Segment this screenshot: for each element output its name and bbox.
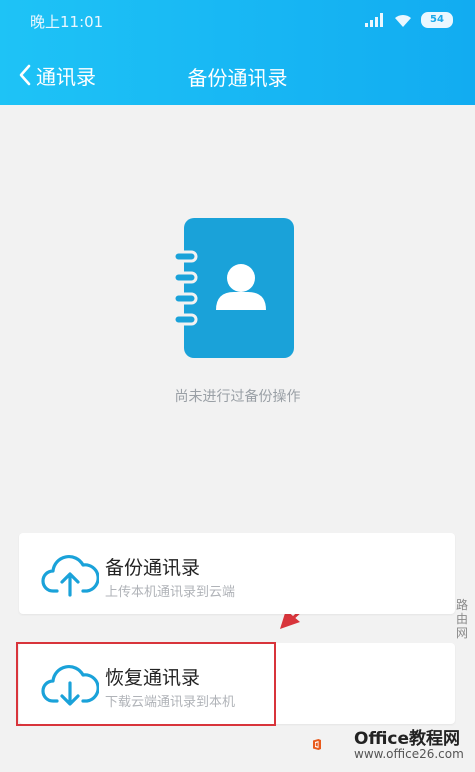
address-book-icon xyxy=(172,218,294,358)
backup-contacts-card[interactable]: 备份通讯录 上传本机通讯录到云端 xyxy=(19,533,455,614)
wifi-icon xyxy=(395,14,411,27)
status-bar: 晚上11:01 54 xyxy=(0,0,475,40)
card-title: 备份通讯录 xyxy=(105,557,201,579)
highlight-box xyxy=(16,642,276,726)
status-icons: 54 xyxy=(365,12,453,28)
app-header: 晚上11:01 54 通讯录 备份通讯录 xyxy=(0,0,475,105)
empty-state-text: 尚未进行过备份操作 xyxy=(174,389,301,405)
office-logo-icon xyxy=(313,739,321,750)
page-title: 备份通讯录 xyxy=(187,66,288,90)
brand-watermark: Office教程网 xyxy=(354,729,461,749)
battery-indicator: 54 xyxy=(421,12,453,28)
brand-url: www.office26.com xyxy=(354,747,464,761)
cloud-upload-icon xyxy=(41,555,99,597)
signal-icon xyxy=(365,13,383,27)
status-time: 晚上11:01 xyxy=(30,13,104,31)
side-watermark: 路由网 xyxy=(456,598,469,640)
nav-bar: 通讯录 备份通讯录 xyxy=(0,52,475,98)
card-subtitle: 上传本机通讯录到云端 xyxy=(105,585,236,600)
